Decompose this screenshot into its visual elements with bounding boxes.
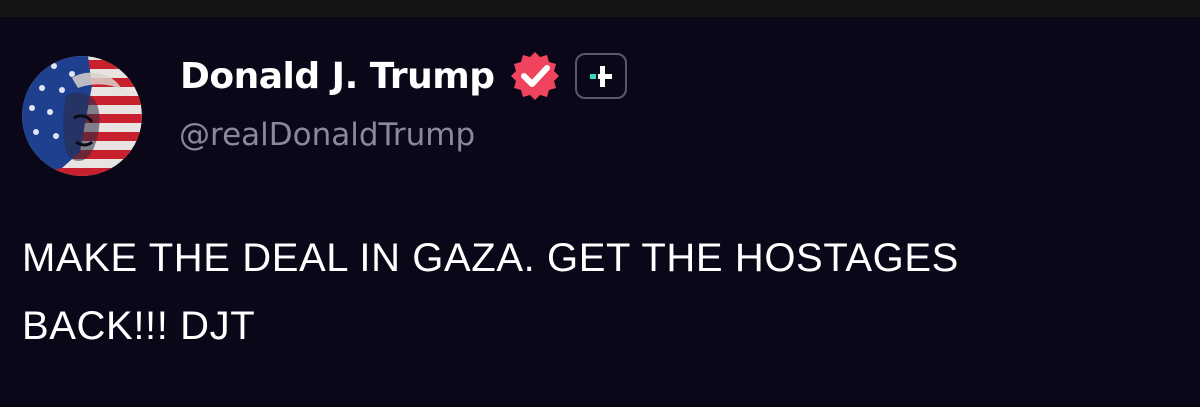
author-display-name[interactable]: Donald J. Trump (180, 56, 495, 97)
author-name-row: Donald J. Trump (180, 52, 627, 100)
author-handle[interactable]: @realDonaldTrump (179, 117, 475, 153)
post-card: Donald J. Trump @realDonaldTrump MAKE TH… (0, 17, 1200, 407)
plus-badge-icon[interactable] (574, 53, 627, 99)
avatar[interactable] (22, 56, 142, 176)
plus-icon (589, 66, 612, 87)
post-text-line: BACK!!! DJT (22, 304, 256, 348)
verified-check-icon (510, 52, 559, 100)
flag-portrait-avatar-icon (22, 56, 142, 176)
top-bar (0, 0, 1200, 17)
post-text-line: MAKE THE DEAL IN GAZA. GET THE HOSTAGES (22, 236, 959, 280)
post-text: MAKE THE DEAL IN GAZA. GET THE HOSTAGES … (22, 224, 1182, 360)
